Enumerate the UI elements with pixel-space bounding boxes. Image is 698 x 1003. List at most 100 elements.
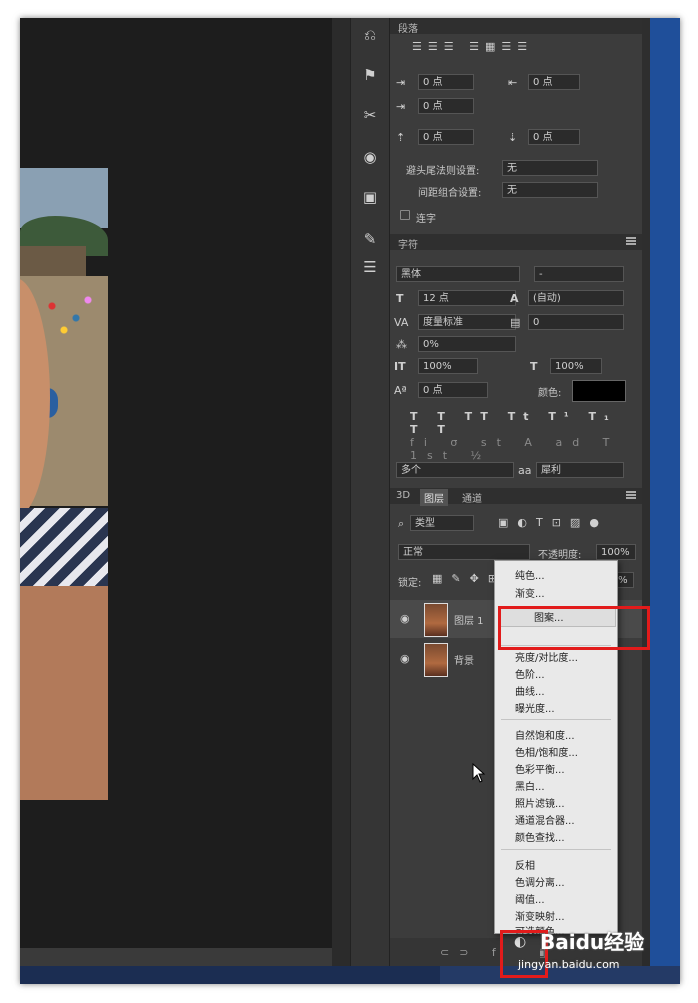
menu-item-threshold[interactable]: 阈值... [515, 891, 545, 906]
watermark-logo: Baidu经验 [540, 930, 645, 954]
libraries-icon[interactable]: ▣ [359, 186, 381, 208]
tab-3d[interactable]: 3D [396, 490, 410, 501]
filter-kind-select[interactable]: 类型 [410, 515, 474, 531]
menu-item-brightness-contrast[interactable]: 亮度/对比度... [515, 649, 578, 664]
antialias-icon: aa [518, 464, 532, 477]
layers-panel-menu-icon[interactable] [626, 491, 636, 499]
space-after-field[interactable]: 0 点 [528, 129, 580, 145]
language-select[interactable]: 多个 [396, 462, 514, 478]
menu-separator [501, 849, 611, 850]
indent-right-field[interactable]: 0 点 [528, 74, 580, 90]
blend-mode-select[interactable]: 正常 [398, 544, 530, 560]
tsume-icon: ⁂ [396, 338, 407, 351]
brush-icon[interactable]: ✎ [359, 228, 381, 250]
baseline-shift-field[interactable]: 0 点 [418, 382, 488, 398]
lock-label: 锁定: [398, 578, 422, 589]
paragraph-tab[interactable]: 段落 [398, 20, 418, 35]
text-style-buttons[interactable]: T T TT Tt T¹ T₁ T T [410, 410, 642, 436]
horizontal-scale-icon: T [530, 360, 538, 373]
indent-left-field[interactable]: 0 点 [418, 74, 474, 90]
vertical-scale-field[interactable]: 100% [418, 358, 478, 374]
baidu-watermark: Baidu经验 jingyan.baidu.com [518, 926, 690, 986]
first-line-indent-field[interactable]: 0 点 [418, 98, 474, 114]
leading-field[interactable]: (自动) [528, 290, 624, 306]
menu-item-gradient[interactable]: 渐变... [515, 585, 545, 600]
layer-name[interactable]: 图层 1 [454, 612, 484, 627]
kinsoku-select[interactable]: 无 [502, 160, 598, 176]
menu-item-channel-mixer[interactable]: 通道混合器... [515, 812, 575, 827]
menu-item-color-lookup[interactable]: 颜色查找... [515, 829, 565, 844]
layer-thumbnail [424, 643, 448, 677]
color-label: 颜色: [538, 388, 562, 399]
menu-item-invert[interactable]: 反相 [515, 857, 535, 872]
align-buttons[interactable]: ☰☰☰ ☰▦☰☰ [412, 40, 533, 53]
menu-separator [501, 719, 611, 720]
photo-hut [20, 246, 86, 278]
menu-item-vibrance[interactable]: 自然饱和度... [515, 727, 575, 742]
panel-dock-icons: ⎌ ⚑ ✂ ◉ ▣ ✎ ☰ [350, 18, 390, 984]
tracking-field[interactable]: 0 [528, 314, 624, 330]
opacity-field[interactable]: 100% [596, 544, 636, 560]
desktop-background [650, 18, 680, 984]
tsume-field[interactable]: 0% [418, 336, 516, 352]
tab-layers[interactable]: 图层 [420, 489, 448, 506]
visibility-eye-icon[interactable]: ◉ [400, 612, 410, 625]
tab-channels[interactable]: 通道 [462, 490, 482, 505]
paragraph-panel-header: 段落 [390, 18, 642, 35]
font-style-select[interactable]: - [534, 266, 624, 282]
character-panel-header: 字符 [390, 234, 642, 251]
mojikumi-label: 间距组合设置: [418, 188, 482, 199]
hyphenate-checkbox[interactable] [400, 210, 410, 220]
menu-item-curves[interactable]: 曲线... [515, 683, 545, 698]
layer-name[interactable]: 背景 [454, 652, 474, 667]
filter-type-icons[interactable]: ▣◐T⊡▨● [498, 516, 608, 529]
kerning-icon: VA [394, 316, 409, 329]
layer-thumbnail [424, 603, 448, 637]
filter-search-icon: ⌕ [398, 517, 405, 530]
kinsoku-label: 避头尾法则设置: [406, 166, 480, 177]
kerning-field[interactable]: 度量标准 [418, 314, 516, 330]
antialias-select[interactable]: 犀利 [536, 462, 624, 478]
hyphenate-label: 连字 [416, 214, 436, 225]
history-icon[interactable]: ⎌ [359, 24, 381, 46]
photo-crowd [40, 288, 100, 348]
opentype-buttons[interactable]: fi σ st A ad T 1st ½ [410, 436, 642, 462]
layers-panel-header: 3D 图层 通道 [390, 488, 642, 506]
space-before-icon: ⇡ [396, 131, 406, 144]
indent-left-icon: ⇥ [396, 76, 406, 89]
menu-item-solid-color[interactable]: 纯色... [515, 567, 545, 582]
photo-canvas[interactable] [20, 168, 108, 800]
baseline-shift-icon: Aª [394, 384, 407, 397]
menu-item-gradient-map[interactable]: 渐变映射... [515, 908, 565, 923]
photo-shirt [20, 508, 108, 588]
mouse-cursor-icon [472, 763, 486, 783]
menu-item-posterize[interactable]: 色调分离... [515, 874, 565, 889]
space-before-field[interactable]: 0 点 [418, 129, 474, 145]
leading-icon: A [510, 292, 519, 305]
canvas-area[interactable] [20, 18, 332, 948]
menu-item-color-balance[interactable]: 色彩平衡... [515, 761, 565, 776]
menu-item-exposure[interactable]: 曝光度... [515, 700, 555, 715]
opacity-label: 不透明度: [538, 550, 582, 561]
menu-item-levels[interactable]: 色阶... [515, 666, 545, 681]
adjust-sliders-icon[interactable]: ☰ [359, 256, 381, 278]
horizontal-scale-field[interactable]: 100% [550, 358, 602, 374]
font-family-select[interactable]: 黑体 [396, 266, 520, 282]
menu-item-hue-saturation[interactable]: 色相/饱和度... [515, 744, 578, 759]
text-color-swatch[interactable] [572, 380, 626, 402]
panel-scrollbar[interactable] [642, 18, 650, 948]
character-panel-menu-icon[interactable] [626, 237, 636, 245]
menu-item-photo-filter[interactable]: 照片滤镜... [515, 795, 565, 810]
vertical-scale-icon: IT [394, 360, 406, 373]
highlight-box-pattern [498, 606, 650, 650]
menu-item-black-white[interactable]: 黑白... [515, 778, 545, 793]
photo-body [20, 586, 108, 800]
swatches-icon[interactable]: ◉ [359, 146, 381, 168]
space-after-icon: ⇣ [508, 131, 518, 144]
mojikumi-select[interactable]: 无 [502, 182, 598, 198]
properties-icon[interactable]: ⚑ [359, 64, 381, 86]
visibility-eye-icon[interactable]: ◉ [400, 652, 410, 665]
scissors-icon[interactable]: ✂ [359, 104, 381, 126]
character-tab[interactable]: 字符 [398, 236, 418, 251]
font-size-field[interactable]: 12 点 [418, 290, 516, 306]
